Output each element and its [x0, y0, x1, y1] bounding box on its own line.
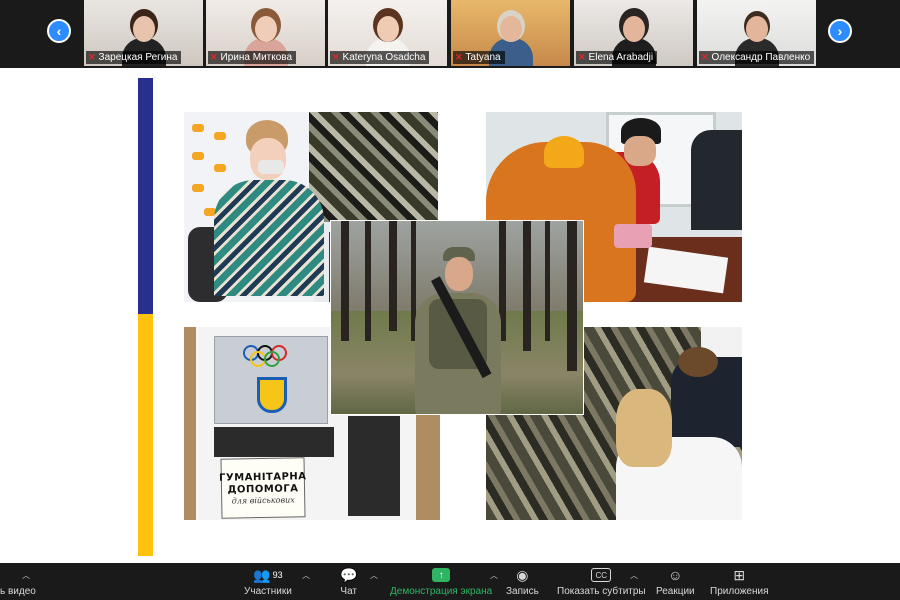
- participant-tile[interactable]: ✕ Kateryna Osadcha: [328, 0, 447, 66]
- mic-muted-icon: ✕: [701, 52, 709, 62]
- share-options-caret[interactable]: ︿: [490, 570, 498, 581]
- chevron-left-icon: ‹: [56, 23, 62, 39]
- reactions-button[interactable]: ☺ Реакции: [656, 566, 695, 597]
- flag-stripe-blue: [138, 78, 153, 314]
- flag-stripe-yellow: [138, 314, 153, 556]
- participant-tile[interactable]: ✕ Олександр Павленко: [697, 0, 816, 66]
- smiley-plus-icon: ☺: [668, 567, 683, 583]
- previous-page-button[interactable]: ‹: [47, 19, 71, 43]
- mic-muted-icon: ✕: [455, 52, 463, 62]
- mic-muted-icon: ✕: [210, 52, 218, 62]
- people-icon: 👥: [253, 566, 271, 583]
- coat-of-arms-icon: [257, 377, 287, 413]
- participant-tile[interactable]: ✕ Tatyana: [451, 0, 570, 66]
- mic-muted-icon: ✕: [578, 52, 586, 62]
- participant-name: ✕ Kateryna Osadcha: [330, 51, 430, 64]
- participant-name: ✕ Ирина Миткова: [208, 51, 297, 64]
- participant-tile[interactable]: ✕ Зарецкая Регина: [84, 0, 203, 66]
- participants-button[interactable]: 👥 93 Участники: [244, 566, 292, 598]
- mic-muted-icon: ✕: [332, 52, 340, 62]
- chat-button[interactable]: 💬 Чат: [340, 566, 358, 598]
- participant-tile[interactable]: ✕ Ирина Миткова: [206, 0, 325, 66]
- humanitarian-aid-sign: ГУМАНІТАРНА ДОПОМОГА для військових: [219, 457, 307, 519]
- video-button[interactable]: ь видео: [0, 566, 36, 597]
- share-screen-button[interactable]: ↑ Демонстрация экрана: [390, 566, 492, 597]
- chevron-right-icon: ›: [837, 23, 843, 39]
- participant-name: ✕ Зарецкая Регина: [86, 51, 182, 64]
- participant-name: ✕ Олександр Павленко: [699, 51, 815, 64]
- closed-captions-icon: CC: [591, 568, 612, 582]
- share-screen-icon: ↑: [432, 568, 451, 582]
- subtitles-options-caret[interactable]: ︿: [630, 570, 638, 581]
- apps-icon: ⊞: [733, 566, 746, 583]
- apps-button[interactable]: ⊞ Приложения: [710, 566, 769, 598]
- participant-tile[interactable]: ✕ Elena Arabadji: [574, 0, 693, 66]
- participant-name: ✕ Elena Arabadji: [576, 51, 658, 64]
- record-button[interactable]: ◉ Запись: [506, 566, 539, 598]
- participants-options-caret[interactable]: ︿: [302, 570, 310, 581]
- record-icon: ◉: [516, 566, 529, 583]
- participant-name: ✕ Tatyana: [453, 51, 505, 64]
- chat-bubble-icon: 💬: [340, 566, 358, 583]
- meeting-toolbar: ь видео ︿ 👥 93 Участники ︿ 💬 Чат ︿ ↑ Демо…: [0, 563, 900, 600]
- video-options-caret[interactable]: ︿: [22, 570, 30, 581]
- next-page-button[interactable]: ›: [828, 19, 852, 43]
- photo-soldier-forest: [330, 220, 584, 415]
- olympic-banner: [214, 336, 328, 424]
- mic-muted-icon: ✕: [88, 52, 96, 62]
- chat-options-caret[interactable]: ︿: [370, 570, 378, 581]
- shared-screen-slide: ГУМАНІТАРНА ДОПОМОГА для військових: [0, 68, 900, 563]
- participant-strip: ‹ ✕ Зарецкая Регина ✕ Ирина Миткова ✕ Kater…: [0, 0, 900, 68]
